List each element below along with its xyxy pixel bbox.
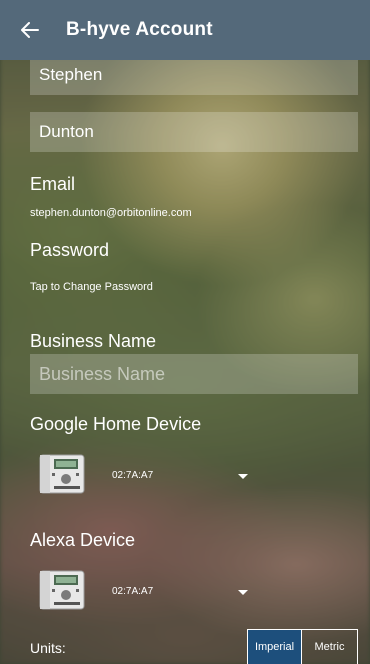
units-segmented-control: Imperial Metric — [247, 629, 358, 664]
business-name-placeholder: Business Name — [39, 363, 166, 384]
units-metric-button[interactable]: Metric — [302, 629, 358, 664]
dropdown-caret-icon[interactable] — [238, 474, 248, 479]
dropdown-caret-icon[interactable] — [238, 590, 248, 595]
first-name-field[interactable]: Stephen — [30, 55, 358, 95]
password-label: Password — [30, 240, 110, 260]
account-form: Stephen Dunton Email stephen.dunton@orbi… — [0, 0, 370, 664]
change-password-link[interactable]: Tap to Change Password — [30, 281, 153, 293]
last-name-value: Dunton — [39, 122, 94, 141]
app-header: B-hyve Account — [0, 0, 370, 60]
sprinkler-controller-icon — [39, 570, 85, 610]
back-button[interactable] — [18, 18, 42, 42]
google-home-label: Google Home Device — [30, 414, 202, 434]
business-name-input[interactable]: Business Name — [30, 354, 358, 394]
google-device-select[interactable]: 02:7A:A7 — [30, 453, 260, 509]
email-label: Email — [30, 174, 76, 194]
sprinkler-controller-icon — [39, 454, 85, 494]
page-title: B-hyve Account — [66, 19, 213, 40]
email-value: stephen.dunton@orbitonline.com — [30, 207, 192, 219]
units-label: Units: — [30, 640, 66, 656]
business-name-label: Business Name — [30, 331, 157, 351]
alexa-device-label: Alexa Device — [30, 530, 136, 550]
arrow-left-icon — [21, 22, 39, 38]
alexa-device-id: 02:7A:A7 — [112, 586, 154, 597]
first-name-value: Stephen — [39, 65, 103, 84]
units-imperial-button[interactable]: Imperial — [247, 629, 302, 664]
last-name-field[interactable]: Dunton — [30, 112, 358, 152]
google-device-id: 02:7A:A7 — [112, 470, 154, 481]
alexa-device-select[interactable]: 02:7A:A7 — [30, 569, 260, 625]
